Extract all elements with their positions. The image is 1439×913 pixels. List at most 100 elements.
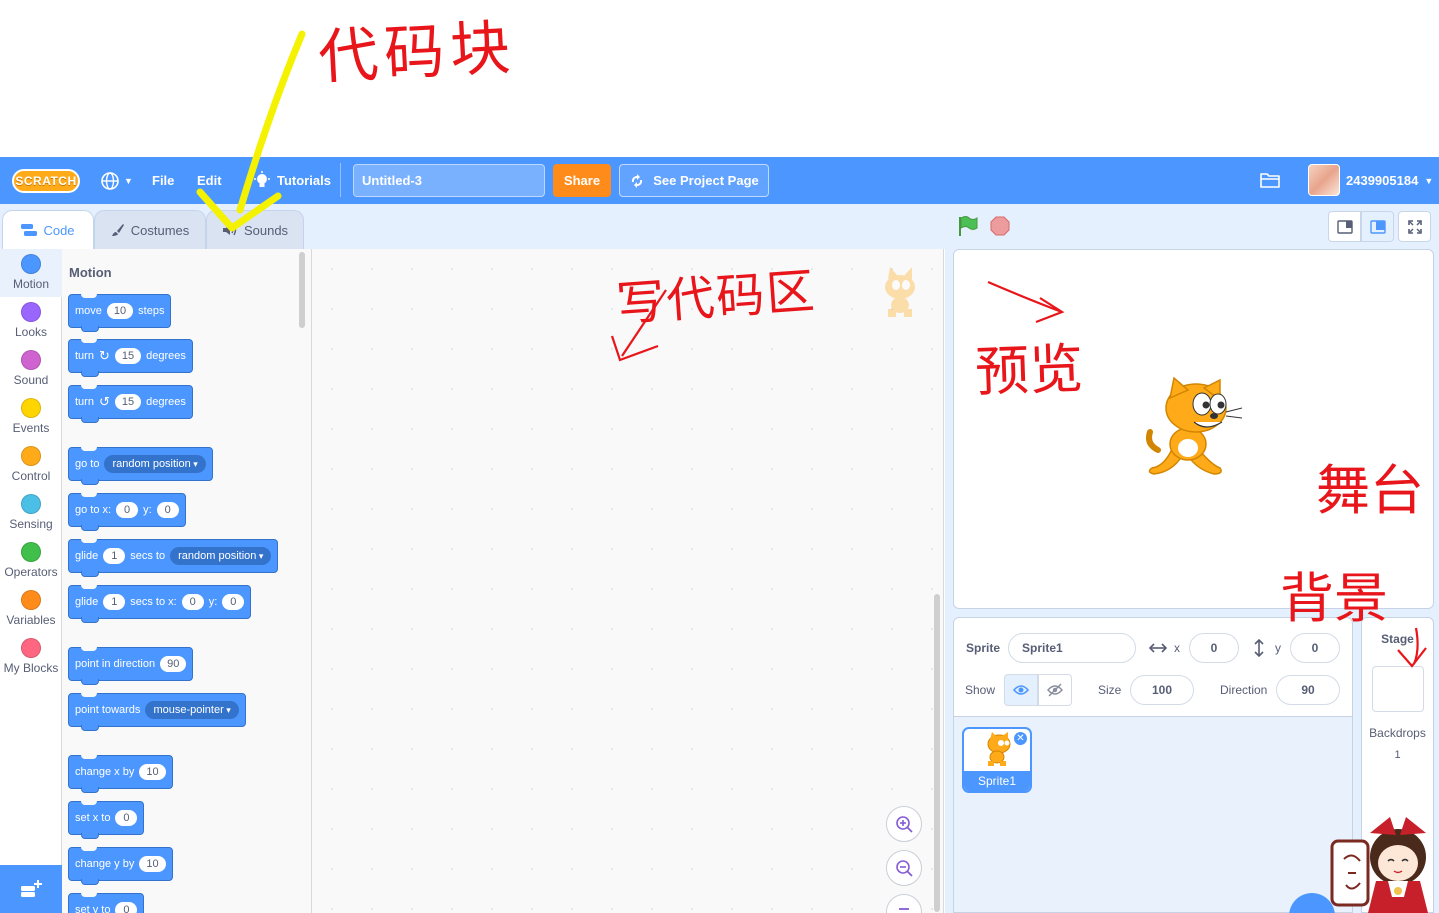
block-dropdown[interactable]: random position <box>104 455 206 473</box>
block-categories: Motion Looks Sound Events Control Sensin… <box>0 249 62 913</box>
block-text: move <box>75 305 102 317</box>
block-input[interactable]: 10 <box>106 303 134 319</box>
block-dropdown[interactable]: random position <box>170 547 272 565</box>
account-menu[interactable]: 2439905184 ▼ <box>1346 157 1433 204</box>
share-button[interactable]: Share <box>553 164 611 197</box>
block-point-towards[interactable]: point towards mouse-pointer <box>68 693 246 731</box>
block-text: degrees <box>146 396 186 408</box>
tab-code[interactable]: Code <box>2 210 94 249</box>
block-input[interactable]: 0 <box>115 810 138 826</box>
stage-panel-title: Stage <box>1381 632 1414 646</box>
direction-input[interactable]: 90 <box>1276 675 1340 705</box>
block-set-x[interactable]: set x to 0 <box>68 801 145 839</box>
my-stuff-folder-icon[interactable] <box>1259 170 1281 190</box>
sprite-name-input[interactable]: Sprite1 <box>1008 633 1136 663</box>
code-workspace[interactable] <box>312 249 944 913</box>
category-label: Looks <box>14 325 48 339</box>
category-label: Operators <box>4 565 58 579</box>
globe-icon <box>101 171 119 190</box>
tab-sounds-label: Sounds <box>243 222 289 238</box>
zoom-out-button[interactable] <box>886 850 922 886</box>
block-input[interactable]: 0 <box>115 902 138 913</box>
block-input[interactable]: 0 <box>181 594 204 610</box>
category-events[interactable]: Events <box>0 393 62 441</box>
delete-sprite-button[interactable]: ✕ <box>1013 731 1028 746</box>
block-turn-right[interactable]: turn ↻ 15 degrees <box>68 339 193 377</box>
category-sensing[interactable]: Sensing <box>0 489 62 537</box>
block-change-y[interactable]: change y by 10 <box>68 847 173 885</box>
block-input[interactable]: 10 <box>139 764 166 780</box>
category-my-blocks[interactable]: My Blocks <box>0 633 62 681</box>
block-text: secs to <box>130 550 166 562</box>
paintbrush-icon <box>111 224 124 236</box>
block-input[interactable]: 1 <box>103 594 126 610</box>
block-input[interactable]: 0 <box>116 502 139 518</box>
block-input[interactable]: 10 <box>139 856 166 872</box>
sprite-thumbnail <box>987 732 1011 766</box>
normal-stage-button[interactable] <box>1361 211 1394 242</box>
palette-scrollbar[interactable] <box>299 252 305 328</box>
zoom-reset-button[interactable] <box>886 894 922 913</box>
block-change-x[interactable]: change x by 10 <box>68 755 173 793</box>
small-stage-button[interactable] <box>1328 211 1361 242</box>
category-label: Control <box>11 469 51 483</box>
see-project-page-button[interactable]: See Project Page <box>619 164 769 197</box>
close-icon: ✕ <box>1016 733 1025 744</box>
annotation-backdrop: 背景 <box>1280 567 1388 630</box>
block-glide-xy[interactable]: glide 1 secs to x: 0 y: 0 <box>68 585 252 623</box>
category-motion-dot <box>21 254 41 274</box>
scratch-logo[interactable]: SCRATCH <box>12 157 82 204</box>
category-looks[interactable]: Looks <box>0 297 62 345</box>
annotation-code-area: 写代码区 <box>614 263 819 333</box>
tab-sounds[interactable]: Sounds <box>206 210 304 249</box>
block-input[interactable]: 15 <box>114 348 142 364</box>
direction-label: Direction <box>1220 683 1268 697</box>
block-turn-left[interactable]: turn ↺ 15 degrees <box>68 385 193 423</box>
block-input[interactable]: 15 <box>114 394 142 410</box>
block-input[interactable]: 0 <box>222 594 245 610</box>
y-input[interactable]: 0 <box>1290 633 1340 663</box>
mascot-sticker <box>1330 817 1428 913</box>
block-dropdown[interactable]: mouse-pointer <box>145 701 239 719</box>
block-point-in-direction[interactable]: point in direction 90 <box>68 647 194 685</box>
category-sound[interactable]: Sound <box>0 345 62 393</box>
category-operators[interactable]: Operators <box>0 537 62 585</box>
block-move-steps[interactable]: move 10 steps <box>68 294 172 332</box>
zoom-in-button[interactable] <box>886 806 922 842</box>
block-input[interactable]: 0 <box>156 502 179 518</box>
language-menu[interactable]: ▼ <box>100 157 133 204</box>
stop-icon[interactable] <box>990 216 1010 236</box>
show-visible-button[interactable] <box>1004 674 1038 706</box>
block-text: y: <box>143 504 152 516</box>
show-label: Show <box>965 683 996 697</box>
block-input[interactable]: 1 <box>103 548 126 564</box>
category-motion[interactable]: Motion <box>0 249 62 297</box>
block-go-to[interactable]: go to random position <box>68 447 213 485</box>
green-flag-icon[interactable] <box>957 215 979 237</box>
workspace-scrollbar[interactable] <box>934 594 940 912</box>
scratch-editor: SCRATCH ▼ File Edit Tutorials Untitled-3… <box>0 0 1439 913</box>
category-control[interactable]: Control <box>0 441 62 489</box>
category-variables[interactable]: Variables <box>0 585 62 633</box>
tutorials-button[interactable]: Tutorials <box>253 157 331 204</box>
add-extension-button[interactable] <box>0 865 62 913</box>
category-label: My Blocks <box>3 661 59 675</box>
show-hidden-button[interactable] <box>1038 674 1072 706</box>
block-go-to-xy[interactable]: go to x: 0 y: 0 <box>68 493 186 531</box>
fullscreen-button[interactable] <box>1398 211 1431 242</box>
edit-menu[interactable]: Edit <box>197 157 222 204</box>
tab-costumes[interactable]: Costumes <box>94 210 206 249</box>
stage-canvas[interactable] <box>953 249 1434 609</box>
size-input[interactable]: 100 <box>1130 675 1194 705</box>
block-text: glide <box>75 550 99 562</box>
sprite-cat-image[interactable] <box>1144 376 1244 480</box>
file-menu[interactable]: File <box>152 157 174 204</box>
normal-stage-icon <box>1369 219 1386 234</box>
speaker-icon <box>222 224 237 236</box>
project-title-input[interactable]: Untitled-3 <box>353 164 545 197</box>
x-input[interactable]: 0 <box>1189 633 1239 663</box>
block-glide-to[interactable]: glide 1 secs to random position <box>68 539 279 577</box>
block-input[interactable]: 90 <box>160 656 187 672</box>
avatar[interactable] <box>1308 164 1340 196</box>
block-set-y[interactable]: set y to 0 <box>68 893 145 913</box>
